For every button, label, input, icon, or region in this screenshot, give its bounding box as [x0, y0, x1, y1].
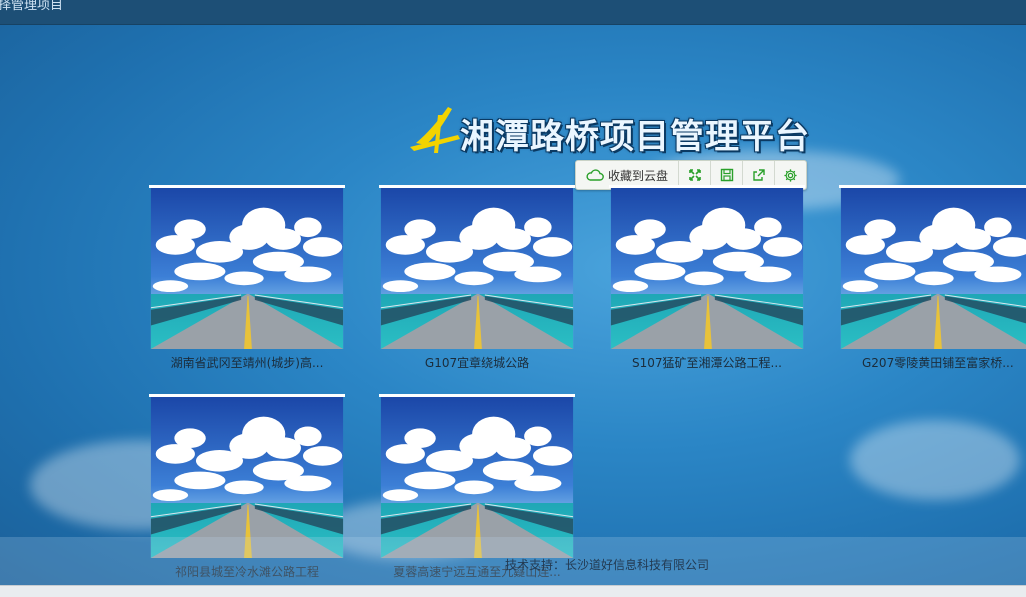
window-title-bar: 择管理项目	[0, 0, 1026, 25]
platform-logo: 湘潭路桥项目管理平台	[408, 103, 810, 159]
project-name[interactable]: G107宜章绕城公路	[379, 354, 575, 371]
project-tile[interactable]: S107猛矿至湘潭公路工程...	[609, 185, 805, 371]
platform-title: 湘潭路桥项目管理平台	[460, 117, 810, 157]
project-thumbnail[interactable]	[379, 394, 575, 558]
status-bar	[0, 585, 1026, 597]
project-tile[interactable]: G107宜章绕城公路	[379, 185, 575, 371]
share-icon	[752, 169, 765, 181]
project-thumbnail[interactable]	[379, 185, 575, 349]
save-to-cloud-label: 收藏到云盘	[607, 168, 668, 183]
project-thumbnail[interactable]	[609, 185, 805, 349]
gear-icon	[784, 168, 797, 182]
floppy-icon	[720, 168, 733, 182]
project-thumbnail[interactable]	[149, 185, 345, 349]
cloud-icon	[586, 169, 604, 181]
project-name[interactable]: G207零陵黄田铺至富家桥...	[839, 354, 1026, 371]
window-title: 择管理项目	[0, 0, 64, 13]
logo-mark-icon	[410, 107, 460, 153]
expand-icon	[688, 169, 701, 181]
project-tile[interactable]: G207零陵黄田铺至富家桥...	[839, 185, 1026, 371]
project-name[interactable]: S107猛矿至湘潭公路工程...	[609, 354, 805, 371]
project-tile[interactable]: 湖南省武冈至靖州(城步)高...	[149, 185, 345, 371]
project-thumbnail[interactable]	[149, 394, 345, 558]
project-thumbnail[interactable]	[839, 185, 1026, 349]
project-name[interactable]: 湖南省武冈至靖州(城步)高...	[149, 354, 345, 371]
tech-support-text: 技术支持：长沙道好信息科技有限公司	[505, 558, 710, 572]
background-cloud	[850, 420, 1020, 500]
